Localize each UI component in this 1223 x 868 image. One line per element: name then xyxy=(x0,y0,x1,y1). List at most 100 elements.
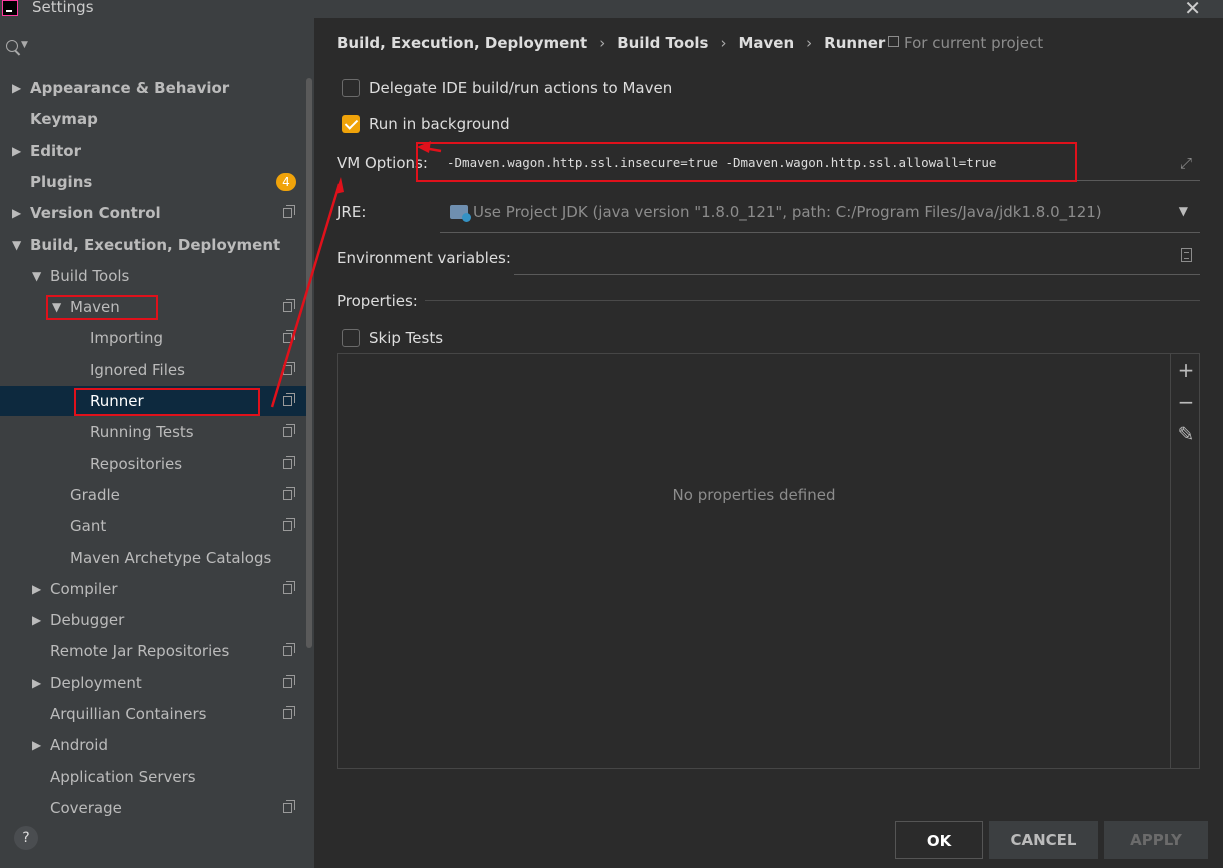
window-title: Settings xyxy=(32,0,94,16)
vm-options-highlight-box xyxy=(416,142,1077,182)
close-icon[interactable]: ✕ xyxy=(1184,0,1201,20)
tree-item[interactable]: Gant xyxy=(0,511,306,541)
tree-item-label: Build, Execution, Deployment xyxy=(30,235,281,254)
tree-item[interactable]: Remote Jar Repositories xyxy=(0,636,306,666)
tree-item-label: Build Tools xyxy=(50,266,130,285)
maven-highlight-box xyxy=(46,295,158,320)
sidebar-scrollbar[interactable] xyxy=(306,78,312,648)
tree-item[interactable]: Gradle xyxy=(0,480,306,510)
tree-item-label: Running Tests xyxy=(90,423,194,442)
project-level-icon xyxy=(283,424,295,438)
tree-item-label: Application Servers xyxy=(50,767,196,786)
expand-arrow-down-icon[interactable]: ▼ xyxy=(32,261,41,291)
project-level-icon xyxy=(283,299,295,313)
apply-button[interactable]: APPLY xyxy=(1104,821,1208,859)
chevron-right-icon: › xyxy=(806,34,813,52)
breadcrumb-item: Maven xyxy=(738,34,795,52)
project-level-icon xyxy=(283,205,295,219)
delegate-label[interactable]: Delegate IDE build/run actions to Maven xyxy=(369,79,672,97)
tree-item[interactable]: ▶ Compiler xyxy=(0,574,306,604)
dropdown-arrow-icon[interactable]: ▼ xyxy=(1179,204,1188,218)
scope-label: For current project xyxy=(904,34,1044,52)
env-variables-label: Environment variables: xyxy=(337,249,511,267)
tree-item[interactable]: Ignored Files xyxy=(0,355,306,385)
project-level-icon xyxy=(283,674,295,688)
tree-item[interactable]: Plugins 4 xyxy=(0,167,306,197)
tree-item[interactable]: ▼ Build Tools xyxy=(0,261,306,291)
skip-tests-checkbox[interactable] xyxy=(342,329,360,347)
properties-divider xyxy=(425,300,1200,301)
tree-item-label: Compiler xyxy=(50,579,118,598)
tree-item-label: Importing xyxy=(90,329,163,348)
jre-value[interactable]: Use Project JDK (java version "1.8.0_121… xyxy=(473,203,1102,221)
expand-icon[interactable]: ⤢ xyxy=(1180,154,1192,172)
tree-item[interactable]: ▶ Version Control xyxy=(0,198,306,228)
settings-sidebar: ▼ ▶ Appearance & Behavior Keymap ▶ Editor Plu… xyxy=(0,18,314,868)
project-level-icon xyxy=(283,580,295,594)
delegate-checkbox[interactable] xyxy=(342,79,360,97)
tree-item-label: Remote Jar Repositories xyxy=(50,642,230,661)
expand-arrow-right-icon[interactable]: ▶ xyxy=(32,574,41,604)
browse-document-icon[interactable] xyxy=(1181,248,1192,262)
tree-item[interactable]: ▶ Deployment xyxy=(0,668,306,698)
project-level-icon xyxy=(283,706,295,719)
edit-property-icon[interactable]: ✎ xyxy=(1176,423,1196,445)
run-in-background-label[interactable]: Run in background xyxy=(369,115,510,133)
project-scope-icon xyxy=(888,36,899,47)
tree-item[interactable]: Maven Archetype Catalogs xyxy=(0,543,306,573)
remove-property-icon[interactable]: − xyxy=(1176,391,1196,413)
env-variables-field[interactable] xyxy=(514,244,1200,275)
ok-button[interactable]: OK xyxy=(895,821,983,859)
tree-item-label: Android xyxy=(50,736,108,755)
tree-item-label: Deployment xyxy=(50,673,142,692)
search-icon[interactable] xyxy=(6,40,18,52)
expand-arrow-right-icon[interactable]: ▶ xyxy=(12,136,21,166)
tree-item-label: Appearance & Behavior xyxy=(30,79,230,97)
tree-item[interactable]: ▶ Android xyxy=(0,730,306,760)
tree-item-label: Gant xyxy=(70,517,107,536)
breadcrumb-item: Build, Execution, Deployment xyxy=(337,34,588,52)
intellij-logo-icon xyxy=(2,0,18,16)
properties-list[interactable]: No properties defined xyxy=(338,354,1171,768)
tree-item[interactable]: Coverage xyxy=(0,793,306,823)
skip-tests-label[interactable]: Skip Tests xyxy=(369,329,443,347)
project-level-icon xyxy=(283,799,295,813)
tree-item[interactable]: ▶ Appearance & Behavior xyxy=(0,73,306,103)
annotation-arrow-head xyxy=(335,177,344,194)
tree-item-label: Coverage xyxy=(50,798,122,817)
title-bar: Settings ✕ xyxy=(0,0,1223,20)
tree-item[interactable]: ▼ Build, Execution, Deployment xyxy=(0,230,306,260)
tree-item[interactable]: Running Tests xyxy=(0,417,306,447)
cancel-button[interactable]: CANCEL xyxy=(989,821,1098,859)
project-level-icon xyxy=(283,330,295,344)
tree-item[interactable]: Keymap xyxy=(0,104,306,134)
vm-options-label: VM Options: xyxy=(337,154,428,172)
tree-item[interactable]: Arquillian Containers xyxy=(0,699,306,729)
expand-arrow-right-icon[interactable]: ▶ xyxy=(12,198,21,228)
expand-arrow-right-icon[interactable]: ▶ xyxy=(12,73,21,103)
project-level-icon xyxy=(283,518,295,532)
run-in-background-checkbox[interactable] xyxy=(342,115,360,133)
jre-label: JRE: xyxy=(337,203,367,221)
expand-arrow-right-icon[interactable]: ▶ xyxy=(32,730,41,760)
tree-item-label: Editor xyxy=(30,141,81,160)
breadcrumb: Build, Execution, Deployment › Build Tools… xyxy=(337,34,885,56)
expand-arrow-down-icon[interactable]: ▼ xyxy=(12,230,21,260)
runner-highlight-box xyxy=(74,388,260,416)
jre-select[interactable]: Use Project JDK (java version "1.8.0_121… xyxy=(440,196,1200,233)
empty-properties-text: No properties defined xyxy=(672,486,836,504)
tree-item[interactable]: Repositories xyxy=(0,449,306,479)
tree-item[interactable]: Application Servers xyxy=(0,762,306,792)
chevron-right-icon: › xyxy=(599,34,606,52)
jdk-folder-icon xyxy=(450,205,471,222)
tree-item-label: Ignored Files xyxy=(90,360,185,379)
expand-arrow-right-icon[interactable]: ▶ xyxy=(32,668,41,698)
add-property-icon[interactable]: + xyxy=(1176,359,1196,381)
help-button[interactable]: ? xyxy=(14,826,38,850)
chevron-down-icon[interactable]: ▼ xyxy=(21,40,28,50)
tree-item[interactable]: ▶ Editor xyxy=(0,136,306,166)
tree-item[interactable]: Importing xyxy=(0,323,306,353)
tree-item[interactable]: ▶ Debugger xyxy=(0,605,306,635)
breadcrumb-item: Build Tools xyxy=(617,34,709,52)
expand-arrow-right-icon[interactable]: ▶ xyxy=(32,605,41,635)
